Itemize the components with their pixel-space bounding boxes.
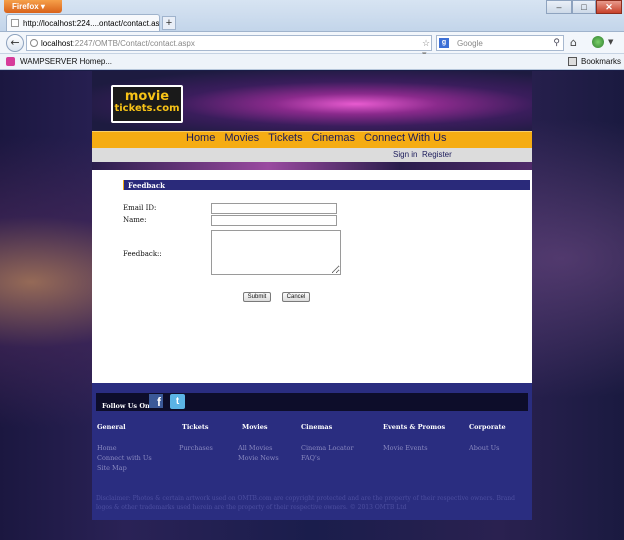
logo-line-1: movie	[124, 89, 170, 104]
footer-heading-cinemas: Cinemas	[301, 423, 333, 431]
nav-connect-with-us[interactable]: Connect With Us	[364, 132, 447, 144]
chevron-down-icon[interactable]: ▼	[608, 38, 613, 46]
register-link[interactable]: Register	[422, 150, 452, 159]
extension-icon[interactable]	[592, 36, 604, 48]
url-host: localhost	[41, 39, 73, 48]
footer-link-cinema-locator[interactable]: Cinema Locator	[301, 444, 354, 452]
home-icon[interactable]: ⌂	[570, 36, 577, 49]
email-field[interactable]	[211, 203, 337, 214]
maximize-button[interactable]: □	[572, 0, 596, 14]
footer-heading-tickets: Tickets	[182, 423, 209, 431]
footer-disclaimer: Disclaimer: Photos & certain artwork use…	[96, 495, 516, 511]
feedback-label: Feedback::	[123, 250, 162, 258]
firefox-menu-button[interactable]: Firefox ▾	[4, 0, 62, 13]
back-arrow-icon: ←	[10, 36, 20, 49]
feedback-textarea[interactable]	[211, 230, 341, 275]
bookmarks-icon	[568, 57, 577, 66]
navigation-toolbar: ← localhost:2247/OMTB/Contact/contact.as…	[0, 32, 624, 59]
browser-tab[interactable]: http://localhost:224....ontact/contact.a…	[6, 14, 160, 31]
minimize-button[interactable]: –	[546, 0, 572, 14]
follow-us-label: Follow Us On	[102, 402, 150, 410]
submit-button[interactable]: Submit	[243, 292, 271, 302]
google-icon[interactable]: g	[439, 38, 449, 48]
footer-heading-movies: Movies	[242, 423, 268, 431]
footer-heading-events-promos: Events & Promos	[383, 423, 446, 431]
footer-link-all-movies[interactable]: All Movies	[238, 444, 272, 452]
bookmarks-toolbar: WAMPSERVER Homep... Bookmarks	[0, 54, 624, 70]
bookmarks-menu-button[interactable]: Bookmarks	[581, 57, 621, 66]
footer-link-connect-with-us[interactable]: Connect with Us	[97, 454, 152, 462]
footer-link-site-map[interactable]: Site Map	[97, 464, 127, 472]
footer-link-movie-news[interactable]: Movie News	[238, 454, 279, 462]
back-button[interactable]: ←	[6, 34, 24, 52]
close-window-button[interactable]: ✕	[596, 0, 622, 14]
name-label: Name:	[123, 216, 147, 224]
search-placeholder: Google	[457, 39, 483, 48]
feedback-heading: Feedback	[123, 180, 530, 190]
facebook-icon[interactable]: f	[149, 394, 163, 409]
name-field[interactable]	[211, 215, 337, 226]
footer-heading-corporate: Corporate	[469, 423, 506, 431]
tab-title: http://localhost:224....ontact/contact.a…	[23, 19, 160, 28]
site-logo[interactable]: movie tickets.com	[111, 85, 183, 123]
search-bar[interactable]: g Google ⚲	[436, 35, 564, 51]
nav-cinemas[interactable]: Cinemas	[312, 132, 355, 144]
footer-link-purchases[interactable]: Purchases	[179, 444, 213, 452]
footer-link-movie-events[interactable]: Movie Events	[383, 444, 428, 452]
wampserver-icon	[6, 57, 15, 66]
footer-link-home[interactable]: Home	[97, 444, 117, 452]
browser-titlebar: Firefox ▾ http://localhost:224....ontact…	[0, 0, 624, 32]
nav-tickets[interactable]: Tickets	[268, 132, 302, 144]
footer-link-faqs[interactable]: FAQ's	[301, 454, 320, 462]
nav-home[interactable]: Home	[186, 132, 215, 144]
url-path: :2247/OMTB/Contact/contact.aspx	[72, 39, 195, 48]
nav-movies[interactable]: Movies	[224, 132, 259, 144]
url-bar[interactable]: localhost:2247/OMTB/Contact/contact.aspx…	[26, 35, 445, 59]
globe-icon	[30, 39, 38, 47]
account-bar	[92, 148, 532, 162]
main-menu: Home Movies Tickets Cinemas Connect With Us	[186, 132, 456, 144]
cancel-button[interactable]: Cancel	[282, 292, 310, 302]
footer-link-about-us[interactable]: About Us	[469, 444, 499, 452]
bookmark-wampserver[interactable]: WAMPSERVER Homep...	[20, 57, 112, 66]
sign-in-link[interactable]: Sign in	[393, 150, 417, 159]
new-tab-button[interactable]: +	[162, 16, 176, 30]
search-icon[interactable]: ⚲	[553, 37, 560, 48]
decorative-stripe	[92, 162, 532, 170]
page-favicon-icon	[11, 19, 19, 27]
logo-line-2: tickets.com	[114, 103, 180, 114]
email-label: Email ID:	[123, 204, 157, 212]
twitter-icon[interactable]: t	[170, 394, 185, 409]
footer-heading-general: General	[97, 423, 126, 431]
